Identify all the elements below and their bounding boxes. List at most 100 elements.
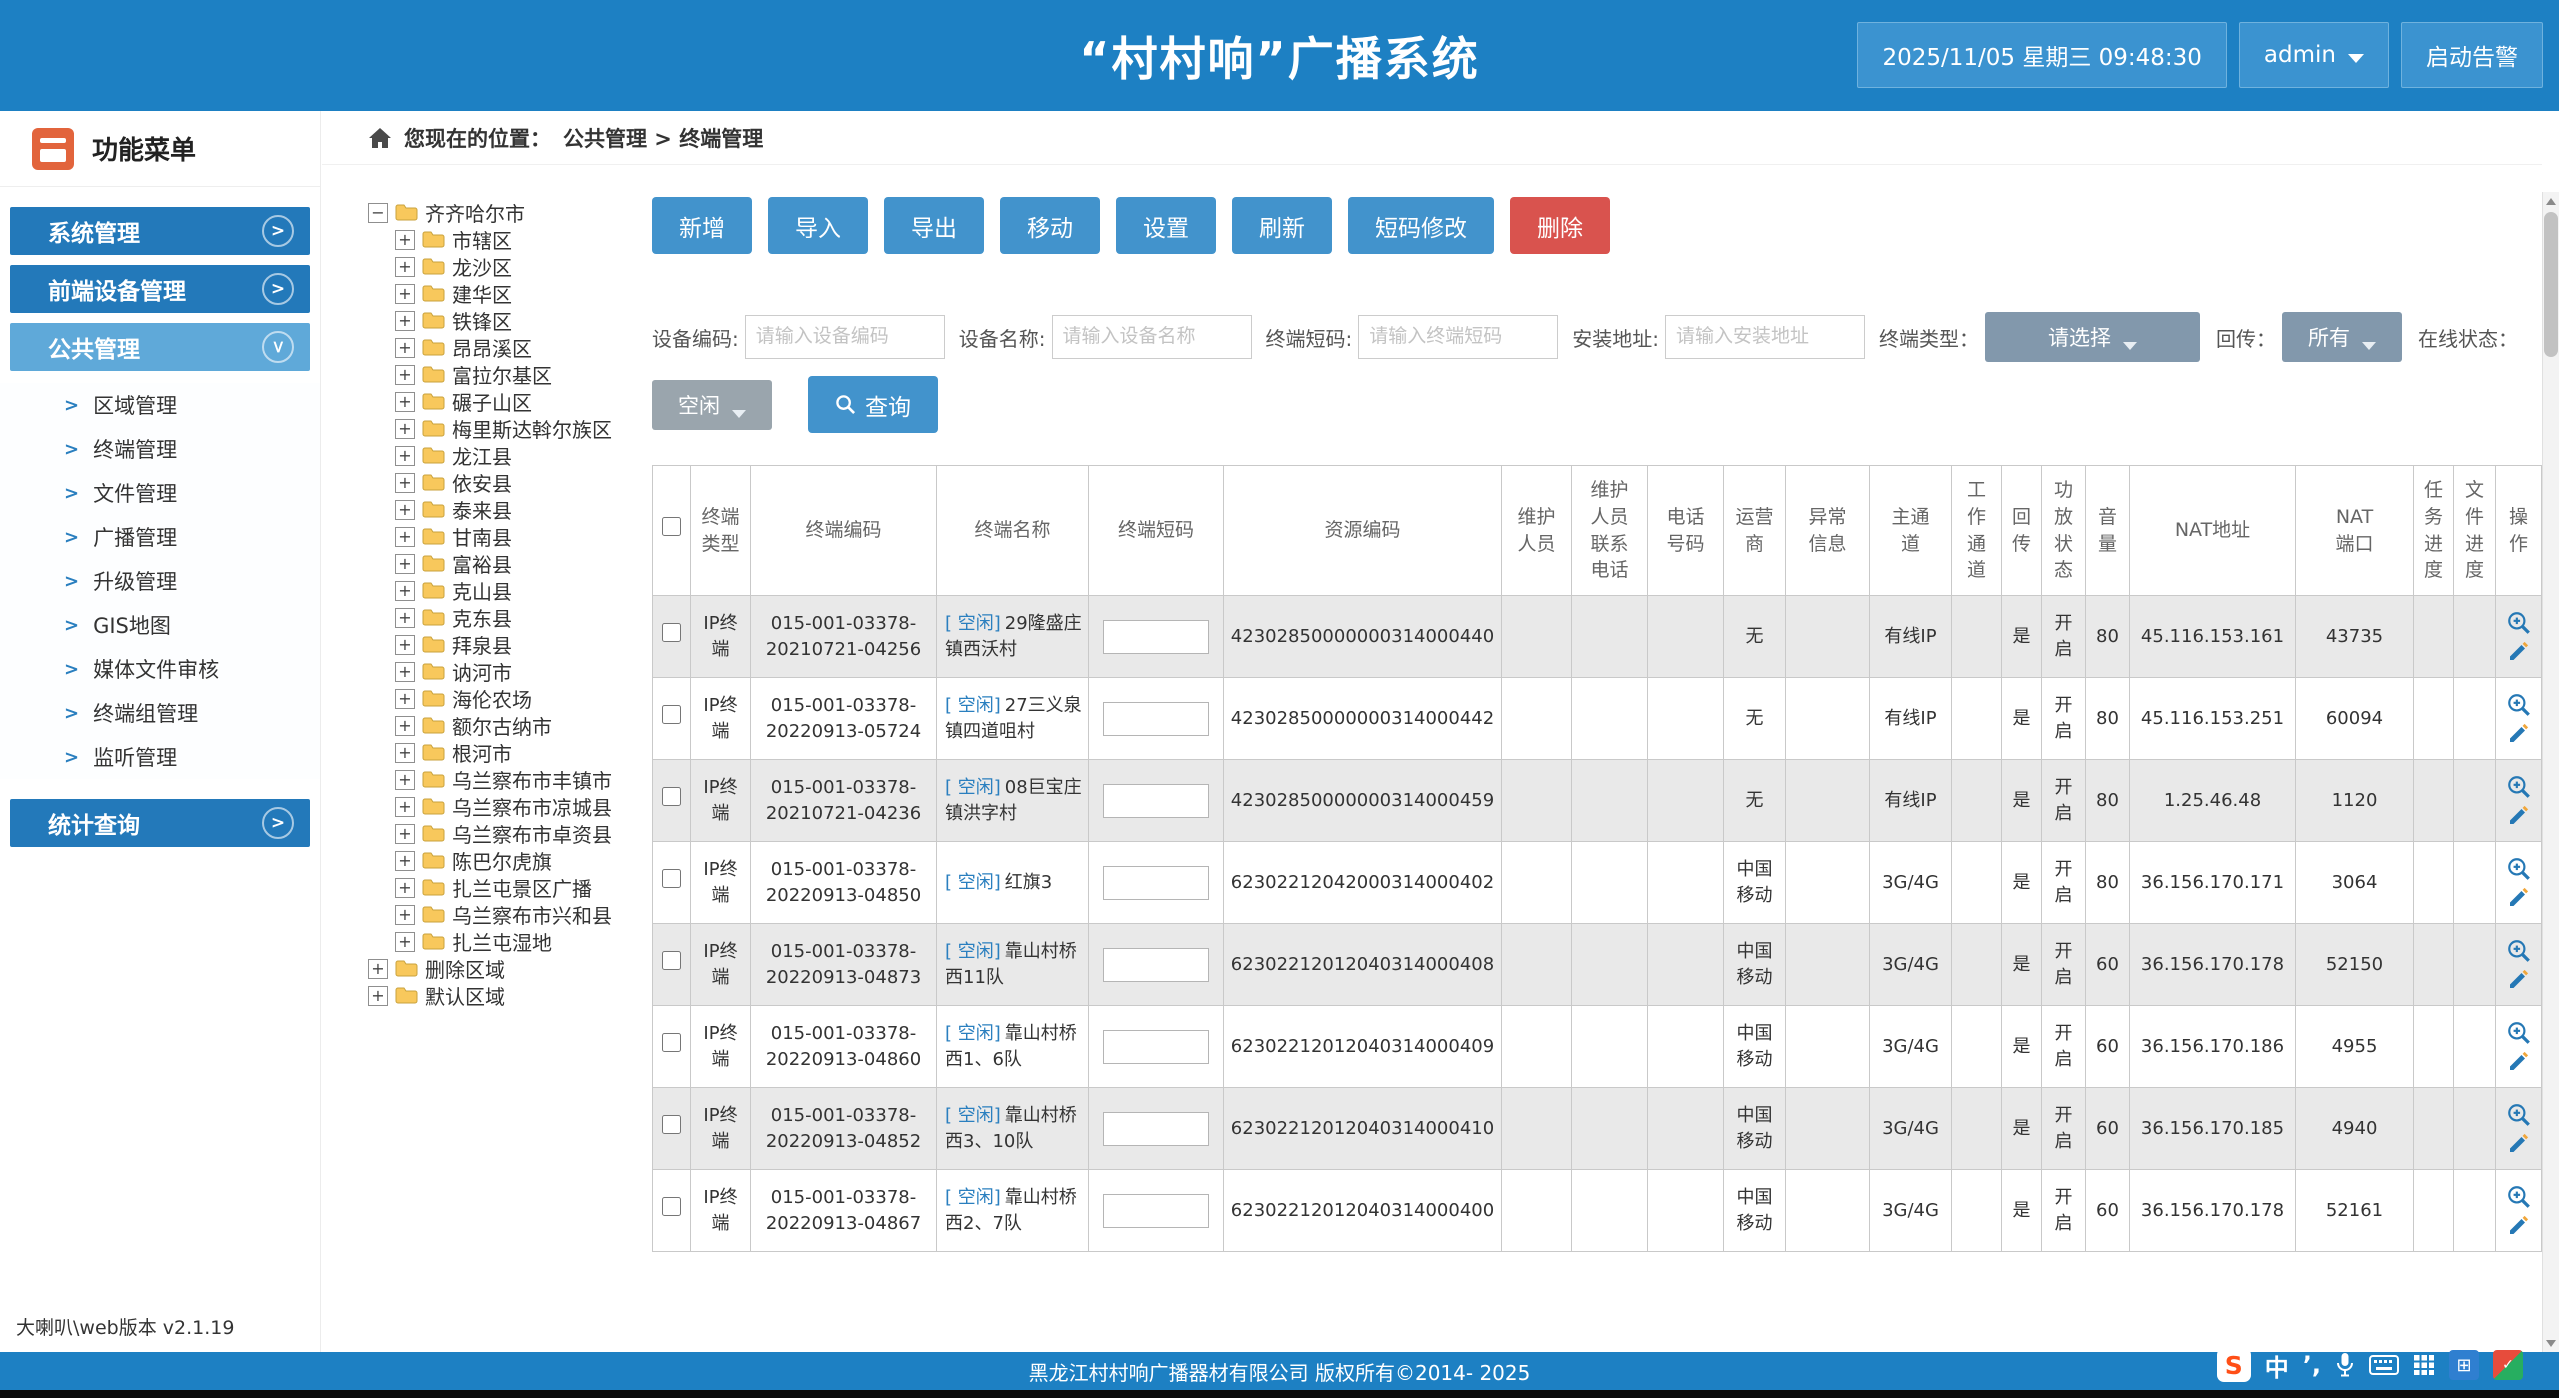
expand-icon[interactable]: + <box>368 986 388 1006</box>
edit-button[interactable] <box>2507 803 2531 827</box>
select-all-checkbox[interactable] <box>662 517 681 536</box>
view-detail-button[interactable] <box>2506 856 2532 882</box>
tree-node[interactable]: + 根河市 <box>395 739 652 766</box>
view-detail-button[interactable] <box>2506 938 2532 964</box>
row-checkbox[interactable] <box>662 1115 681 1134</box>
expand-icon[interactable]: + <box>395 446 415 466</box>
sidebar-section-stats[interactable]: 统计查询 > <box>10 799 310 847</box>
expand-icon[interactable]: + <box>395 473 415 493</box>
expand-icon[interactable]: + <box>395 581 415 601</box>
sidebar-item[interactable]: > 媒体文件审核 <box>0 647 320 691</box>
sidebar-item[interactable]: > 广播管理 <box>0 515 320 559</box>
expand-icon[interactable]: + <box>395 365 415 385</box>
move-button[interactable]: 移动 <box>1000 197 1100 254</box>
row-checkbox[interactable] <box>662 869 681 888</box>
import-button[interactable]: 导入 <box>768 197 868 254</box>
edit-button[interactable] <box>2507 639 2531 663</box>
expand-icon[interactable]: + <box>395 716 415 736</box>
start-alarm-button[interactable]: 启动告警 <box>2401 22 2543 88</box>
expand-icon[interactable]: + <box>395 824 415 844</box>
expand-icon[interactable]: + <box>395 284 415 304</box>
tree-node[interactable]: + 陈巴尔虎旗 <box>395 847 652 874</box>
scroll-down-button[interactable] <box>2543 1334 2559 1352</box>
sidebar-item[interactable]: > 终端管理 <box>0 427 320 471</box>
sidebar-section-frontend[interactable]: 前端设备管理 > <box>10 265 310 313</box>
tree-node[interactable]: + 克山县 <box>395 577 652 604</box>
tree-node-default-region[interactable]: + 默认区域 <box>368 982 652 1009</box>
expand-icon[interactable]: + <box>395 257 415 277</box>
row-checkbox[interactable] <box>662 1197 681 1216</box>
expand-icon[interactable]: + <box>368 959 388 979</box>
row-checkbox[interactable] <box>662 787 681 806</box>
tree-node[interactable]: + 讷河市 <box>395 658 652 685</box>
tree-node[interactable]: + 乌兰察布市丰镇市 <box>395 766 652 793</box>
view-detail-button[interactable] <box>2506 692 2532 718</box>
tree-node[interactable]: + 梅里斯达斡尔族区 <box>395 415 652 442</box>
mic-icon[interactable] <box>2335 1352 2355 1378</box>
export-button[interactable]: 导出 <box>884 197 984 254</box>
tree-node[interactable]: + 市辖区 <box>395 226 652 253</box>
view-detail-button[interactable] <box>2506 1102 2532 1128</box>
row-checkbox[interactable] <box>662 951 681 970</box>
sidebar-item[interactable]: > 文件管理 <box>0 471 320 515</box>
tree-node-deleted-region[interactable]: + 删除区域 <box>368 955 652 982</box>
row-checkbox[interactable] <box>662 623 681 642</box>
toolbox-grid-icon[interactable] <box>2413 1354 2435 1376</box>
shortcode-input[interactable] <box>1103 1030 1209 1064</box>
tree-node[interactable]: + 扎兰屯景区广播 <box>395 874 652 901</box>
row-checkbox[interactable] <box>662 1033 681 1052</box>
terminal-type-select[interactable]: 请选择 <box>1985 312 2200 362</box>
shortcode-input[interactable] <box>1103 866 1209 900</box>
expand-icon[interactable]: + <box>395 797 415 817</box>
sidebar-item[interactable]: > 监听管理 <box>0 735 320 779</box>
expand-icon[interactable]: + <box>395 878 415 898</box>
tree-node[interactable]: + 昂昂溪区 <box>395 334 652 361</box>
tree-root-node[interactable]: − 齐齐哈尔市 <box>368 199 652 226</box>
expand-icon[interactable]: + <box>395 338 415 358</box>
device-code-input[interactable] <box>745 315 945 359</box>
tree-node[interactable]: + 富拉尔基区 <box>395 361 652 388</box>
shortcode-input[interactable] <box>1103 1194 1209 1228</box>
collapse-icon[interactable]: − <box>368 203 388 223</box>
tray-icon-1[interactable]: ⊞ <box>2449 1350 2479 1380</box>
tree-node[interactable]: + 建华区 <box>395 280 652 307</box>
edit-button[interactable] <box>2507 721 2531 745</box>
sidebar-section-system[interactable]: 系统管理 > <box>10 207 310 255</box>
edit-button[interactable] <box>2507 1049 2531 1073</box>
expand-icon[interactable]: + <box>395 500 415 520</box>
tree-node[interactable]: + 拜泉县 <box>395 631 652 658</box>
tree-node[interactable]: + 龙江县 <box>395 442 652 469</box>
punctuation-icon[interactable]: ’, <box>2303 1351 2321 1379</box>
shortcode-input[interactable] <box>1103 948 1209 982</box>
view-detail-button[interactable] <box>2506 1184 2532 1210</box>
tree-node[interactable]: + 依安县 <box>395 469 652 496</box>
backhaul-select[interactable]: 所有 <box>2282 312 2402 362</box>
tree-node[interactable]: + 额尔古纳市 <box>395 712 652 739</box>
edit-button[interactable] <box>2507 1213 2531 1237</box>
expand-icon[interactable]: + <box>395 392 415 412</box>
expand-icon[interactable]: + <box>395 311 415 331</box>
tree-node[interactable]: + 富裕县 <box>395 550 652 577</box>
expand-icon[interactable]: + <box>395 743 415 763</box>
scrollbar-thumb[interactable] <box>2544 212 2558 357</box>
scroll-up-button[interactable] <box>2543 192 2559 210</box>
tree-node[interactable]: + 碾子山区 <box>395 388 652 415</box>
tree-node[interactable]: + 乌兰察布市兴和县 <box>395 901 652 928</box>
expand-icon[interactable]: + <box>395 230 415 250</box>
device-name-input[interactable] <box>1052 315 1252 359</box>
expand-icon[interactable]: + <box>395 932 415 952</box>
sogou-logo-icon[interactable]: S <box>2217 1348 2251 1382</box>
chinese-mode-icon[interactable]: 中 <box>2265 1348 2289 1383</box>
sidebar-item[interactable]: > 终端组管理 <box>0 691 320 735</box>
tree-node[interactable]: + 龙沙区 <box>395 253 652 280</box>
expand-icon[interactable]: + <box>395 635 415 655</box>
view-detail-button[interactable] <box>2506 774 2532 800</box>
sidebar-item[interactable]: > GIS地图 <box>0 603 320 647</box>
vertical-scrollbar[interactable] <box>2542 192 2559 1352</box>
expand-icon[interactable]: + <box>395 662 415 682</box>
sidebar-section-public[interactable]: 公共管理 > <box>10 323 310 371</box>
expand-icon[interactable]: + <box>395 527 415 547</box>
expand-icon[interactable]: + <box>395 554 415 574</box>
short-code-input[interactable] <box>1358 315 1558 359</box>
install-address-input[interactable] <box>1665 315 1865 359</box>
